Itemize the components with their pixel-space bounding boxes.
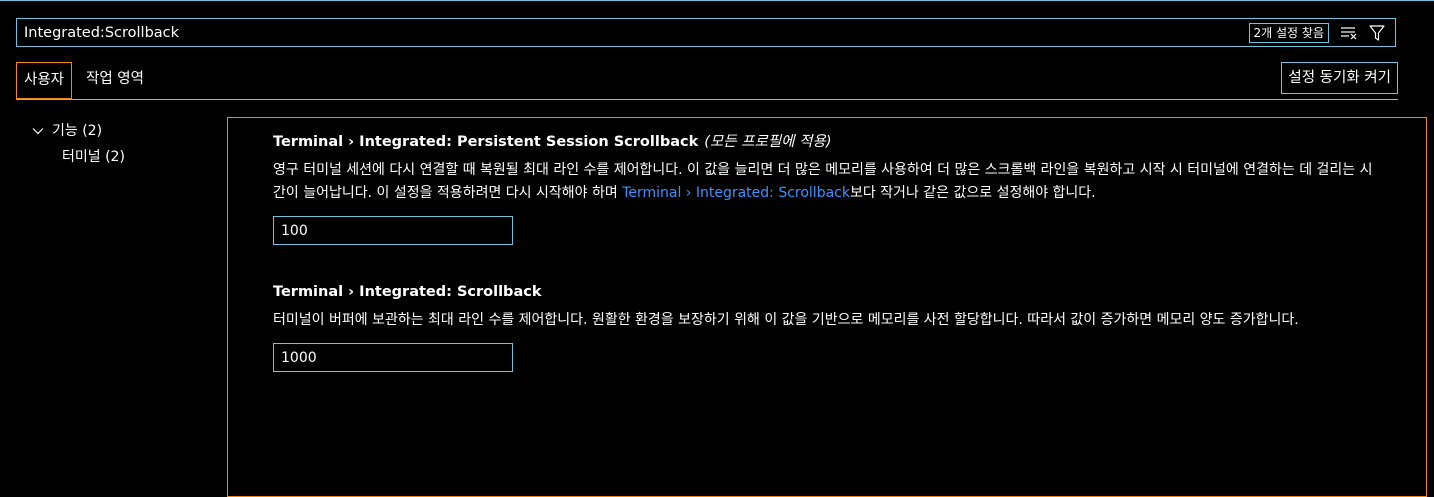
turn-on-settings-sync-button[interactable]: 설정 동기화 켜기 <box>1281 62 1398 94</box>
setting-title: Terminal › Integrated: Scrollback <box>273 284 542 300</box>
top-accent-line <box>0 0 1434 1</box>
tabs-divider <box>16 99 1398 100</box>
setting-scope-label: (모든 프로필에 적용) <box>704 134 832 150</box>
results-count-badge: 2개 설정 찾음 <box>1248 23 1329 43</box>
setting-link-scrollback[interactable]: Terminal › Integrated: Scrollback <box>622 185 850 201</box>
settings-scope-tabs: 사용자 작업 영역 설정 동기화 켜기 <box>16 62 1398 100</box>
persistent-session-scrollback-input[interactable] <box>273 216 513 245</box>
toc-group-features[interactable]: 기능 (2) <box>30 120 220 146</box>
toc-item-terminal[interactable]: 터미널 (2) <box>30 146 220 172</box>
setting-title: Terminal › Integrated: Persistent Sessio… <box>273 131 1383 153</box>
toc-group-label: 기능 (2) <box>52 123 103 139</box>
tab-user[interactable]: 사용자 <box>16 62 73 99</box>
settings-toc: 기능 (2) 터미널 (2) <box>30 120 220 172</box>
setting-scrollback: Terminal › Integrated: Scrollback 터미널이 버… <box>273 281 1383 372</box>
settings-list: Terminal › Integrated: Persistent Sessio… <box>227 117 1427 497</box>
clear-filter-icon[interactable] <box>1340 25 1358 41</box>
filter-icon[interactable] <box>1369 24 1385 42</box>
tab-workspace[interactable]: 작업 영역 <box>79 62 151 99</box>
search-input[interactable]: Integrated:Scrollback <box>24 25 179 41</box>
setting-title-text: Terminal › Integrated: Persistent Sessio… <box>273 134 699 150</box>
settings-search-box[interactable]: Integrated:Scrollback 2개 설정 찾음 <box>16 18 1396 47</box>
toc-item-label: 터미널 (2) <box>62 149 125 165</box>
setting-description: 영구 터미널 세션에 다시 연결할 때 복원될 최대 라인 수를 제어합니다. … <box>273 159 1383 205</box>
setting-description: 터미널이 버퍼에 보관하는 최대 라인 수를 제어합니다. 원활한 환경을 보장… <box>273 312 1299 328</box>
setting-persistent-session-scrollback: Terminal › Integrated: Persistent Sessio… <box>273 131 1383 245</box>
setting-description-tail: 보다 작거나 같은 값으로 설정해야 합니다. <box>849 185 1096 201</box>
chevron-down-icon <box>32 128 44 135</box>
scrollback-input[interactable] <box>273 343 513 372</box>
